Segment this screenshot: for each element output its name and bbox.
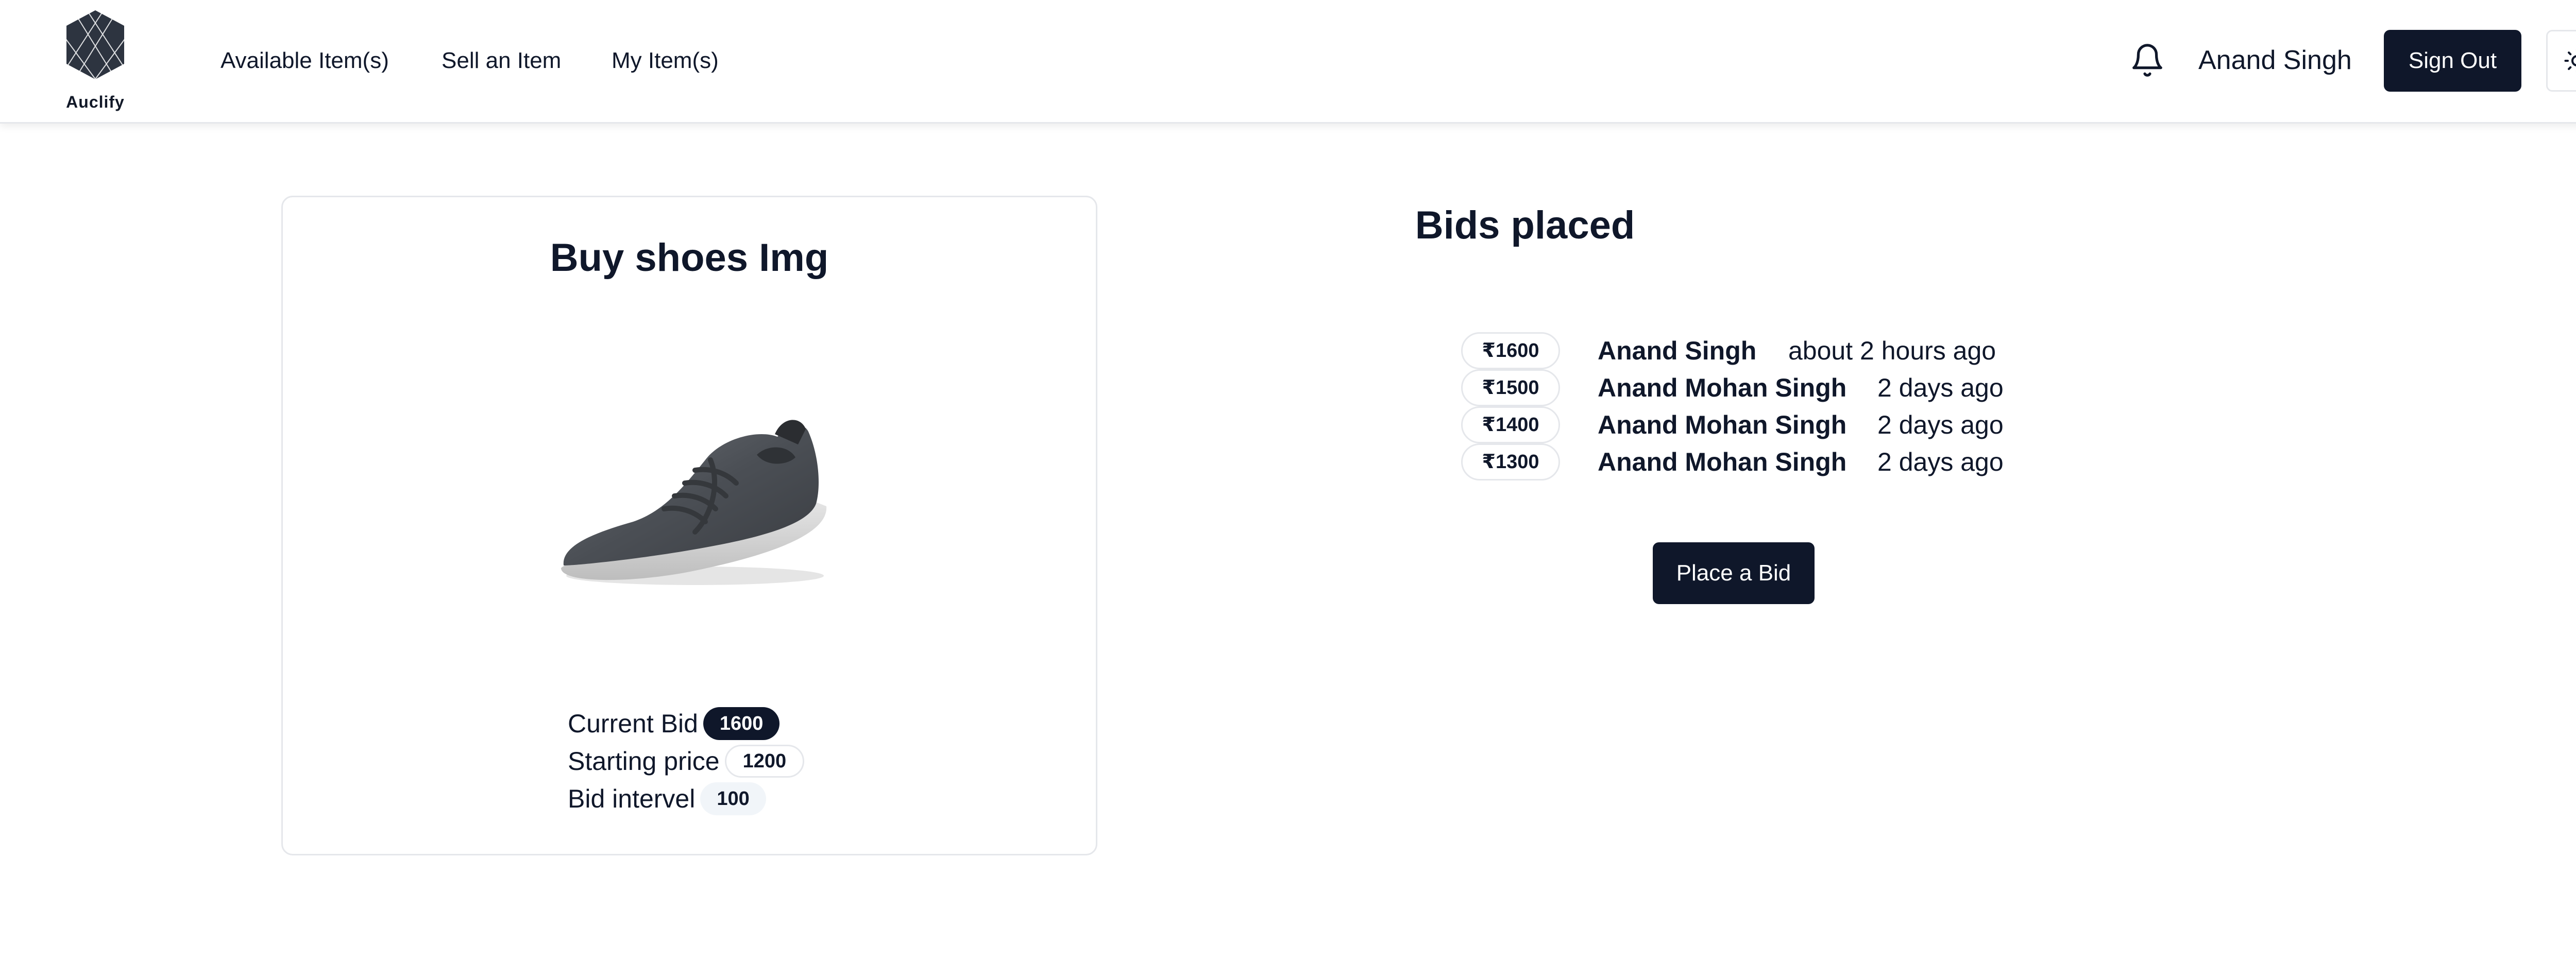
current-bid-row: Current Bid 1600 — [568, 706, 780, 742]
bid-amount-badge: ₹1300 — [1461, 443, 1560, 480]
theme-toggle-button[interactable] — [2546, 30, 2576, 92]
bidder-name: Anand Singh — [1598, 336, 1757, 365]
sign-out-button[interactable]: Sign Out — [2384, 30, 2521, 92]
bids-placed-heading: Bids placed — [1415, 203, 1635, 247]
bid-time: 2 days ago — [1877, 373, 2004, 402]
bid-amount-badge: ₹1400 — [1461, 406, 1560, 443]
nav-my-items[interactable]: My Item(s) — [612, 45, 719, 76]
starting-price-label: Starting price — [568, 747, 720, 776]
sun-icon — [2564, 49, 2576, 73]
current-bid-badge: 1600 — [703, 707, 780, 740]
bid-time: 2 days ago — [1877, 448, 2004, 476]
bid-interval-label: Bid intervel — [568, 784, 696, 813]
place-bid-button[interactable]: Place a Bid — [1653, 542, 1815, 604]
nav-available-items[interactable]: Available Item(s) — [221, 45, 389, 76]
item-title: Buy shoes Img — [550, 236, 829, 280]
logo-text: Auclify — [66, 93, 125, 111]
auclify-logo[interactable]: Auclify — [59, 6, 131, 114]
bidder-name: Anand Mohan Singh — [1598, 410, 1847, 439]
nav-sell-an-item[interactable]: Sell an Item — [442, 45, 561, 76]
starting-price-badge: 1200 — [724, 745, 805, 778]
bid-amount-badge: ₹1600 — [1461, 332, 1560, 369]
top-navbar: Auclify Available Item(s) Sell an Item M… — [0, 0, 2576, 124]
bid-interval-row: Bid intervel 100 — [568, 781, 766, 817]
current-bid-label: Current Bid — [568, 709, 698, 738]
bid-interval-badge: 100 — [700, 782, 766, 815]
shoe-image — [540, 367, 850, 625]
bid-amount-badge: ₹1500 — [1461, 369, 1560, 406]
bell-icon[interactable] — [2129, 42, 2165, 78]
bid-time: about 2 hours ago — [1788, 336, 1996, 365]
logo-hexagon-icon — [64, 7, 127, 87]
bidder-name: Anand Mohan Singh — [1598, 448, 1847, 476]
starting-price-row: Starting price 1200 — [568, 743, 805, 779]
user-name: Anand Singh — [2198, 45, 2352, 75]
bid-time: 2 days ago — [1877, 410, 2004, 439]
bidder-name: Anand Mohan Singh — [1598, 373, 1847, 402]
item-card: Buy shoes Img Current Bid 1600 Starting … — [281, 196, 1097, 855]
